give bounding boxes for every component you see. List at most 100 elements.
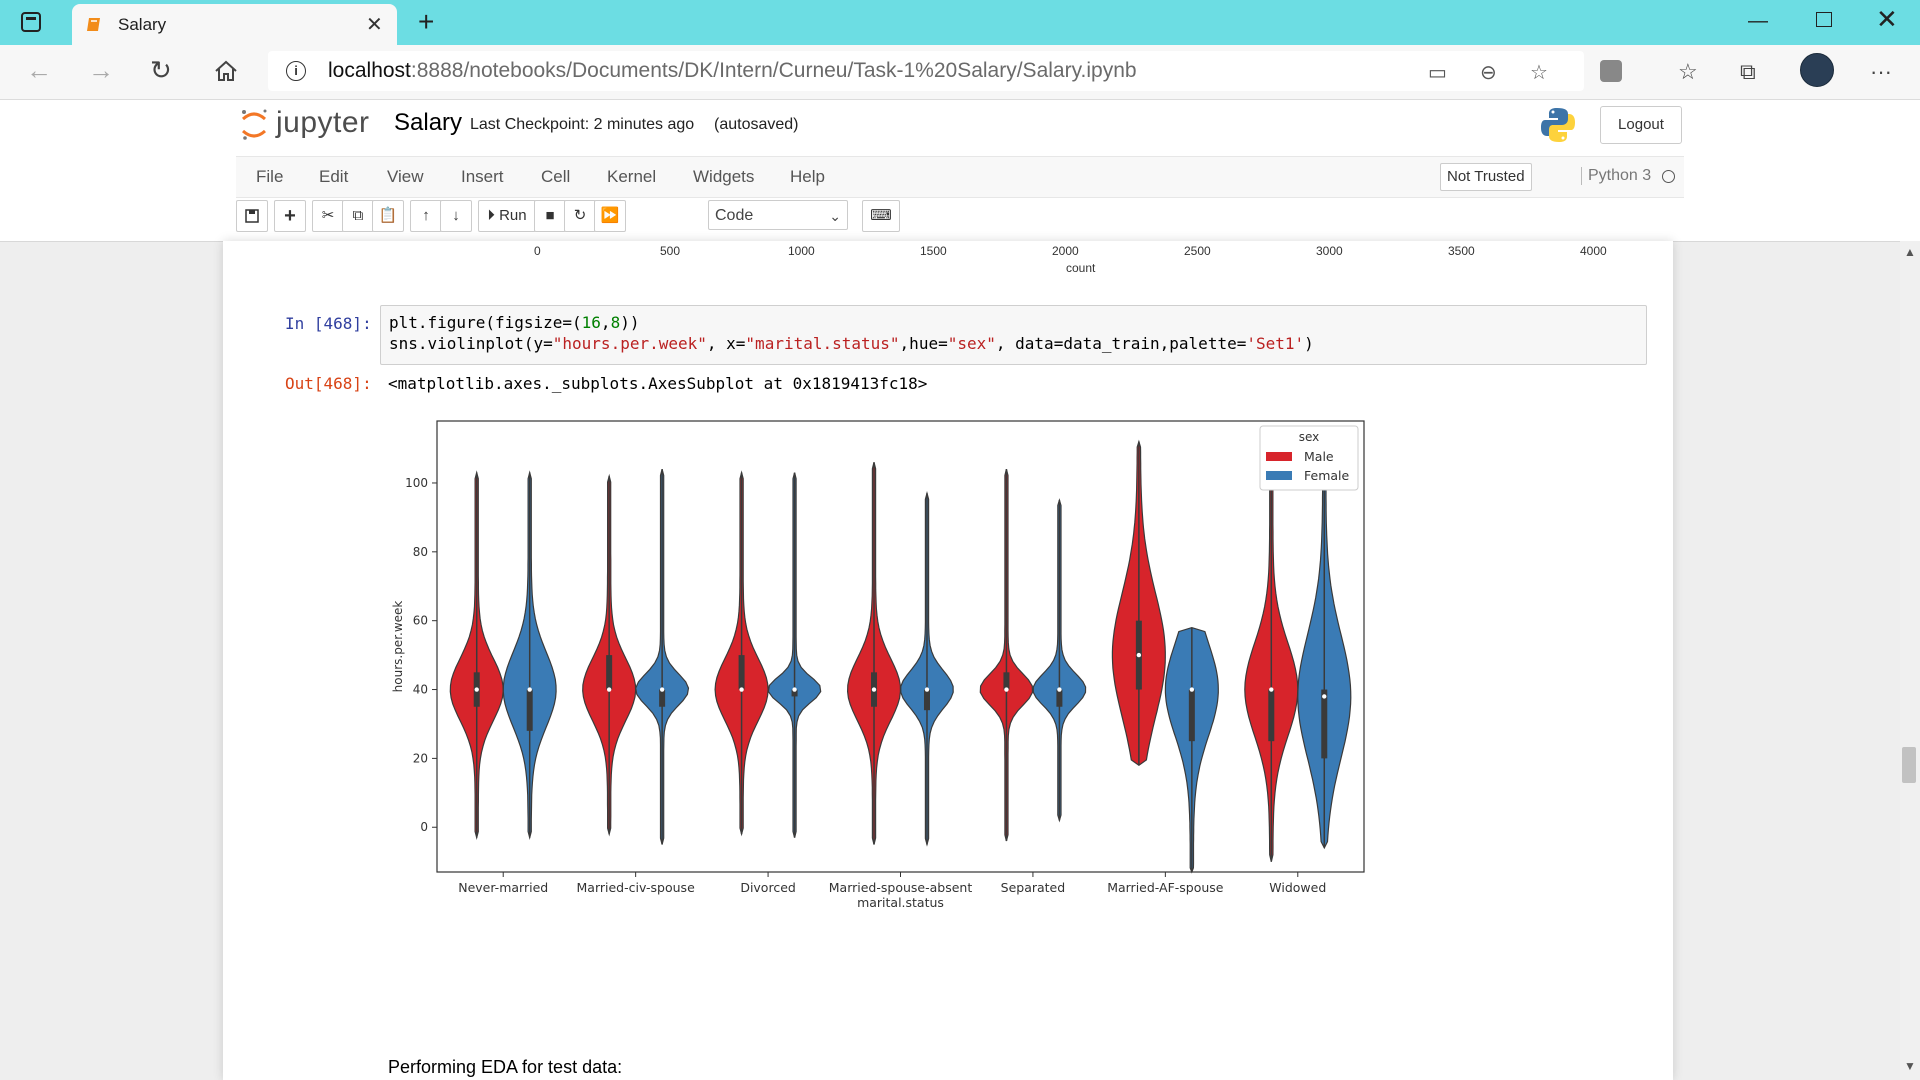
url-host: localhost	[328, 59, 411, 82]
notebook-name[interactable]: Salary	[394, 109, 462, 137]
reader-view-icon[interactable]: ▭	[1428, 60, 1447, 85]
violin-chart: 0 20 40 60 80 100 hours.per.week Never-married M…	[391, 420, 1365, 910]
violin-iqr-box	[659, 689, 666, 707]
restart-button[interactable]: ↻	[564, 200, 596, 232]
more-options-icon[interactable]: ···	[1870, 59, 1892, 85]
violin-iqr-box	[923, 689, 930, 711]
new-tab-icon[interactable]: +	[418, 6, 434, 38]
prev-tick-label: 2500	[1184, 244, 1211, 258]
interrupt-button[interactable]: ■	[534, 200, 566, 232]
jupyter-favicon-icon	[87, 18, 100, 31]
code-line: plt.figure(figsize=(16,8))	[389, 313, 640, 332]
y-tick-label: 60	[413, 614, 428, 628]
output-text: <matplotlib.axes._subplots.AxesSubplot a…	[388, 374, 928, 393]
add-favorite-icon[interactable]: ☆	[1530, 60, 1548, 85]
legend-swatch	[1266, 452, 1292, 461]
violin-median-dot	[739, 687, 744, 692]
violin-median-dot	[1004, 687, 1009, 692]
jupyter-logo-text[interactable]: jupyter	[276, 106, 370, 140]
run-label: Run	[499, 207, 527, 224]
save-icon	[245, 209, 259, 223]
menu-bar: File Edit View Insert Cell Kernel Widget…	[236, 156, 1684, 198]
scroll-up-icon[interactable]: ▲	[1904, 245, 1916, 259]
profile-avatar[interactable]	[1800, 53, 1834, 87]
zoom-out-icon[interactable]: ⊖	[1480, 60, 1497, 85]
site-info-icon[interactable]: i	[286, 61, 306, 81]
tab-actions-icon[interactable]	[20, 11, 42, 33]
menu-view[interactable]: View	[387, 167, 424, 187]
url-text: localhost:8888/notebooks/Documents/DK/In…	[328, 59, 1137, 83]
violin-median-dot	[924, 687, 930, 692]
window-close-icon[interactable]: ✕	[1876, 4, 1898, 35]
violin-median-dot	[1189, 687, 1195, 692]
notebook-container: 0 500 1000 1500 2000 2500 3000 3500 4000…	[223, 241, 1673, 1080]
menu-kernel[interactable]: Kernel	[607, 167, 656, 187]
menu-help[interactable]: Help	[790, 167, 825, 187]
back-icon[interactable]: ←	[26, 55, 52, 86]
kernel-idle-icon	[1662, 170, 1675, 183]
copy-button[interactable]: ⧉	[342, 200, 374, 232]
favorites-icon[interactable]: ☆	[1678, 59, 1698, 85]
violin-iqr-box	[1268, 689, 1275, 742]
kernel-name: Python 3	[1581, 167, 1651, 185]
x-tick-label: Married-spouse-absent	[829, 880, 973, 895]
plot-frame	[436, 420, 1365, 873]
save-button[interactable]	[236, 200, 268, 232]
output-prompt: Out[468]:	[285, 374, 372, 393]
cut-button[interactable]: ✂	[312, 200, 344, 232]
code-cell-editor[interactable]: plt.figure(figsize=(16,8)) sns.violinplo…	[380, 305, 1647, 365]
markdown-text: Performing EDA for test data:	[388, 1057, 623, 1077]
prev-tick-label: 500	[660, 244, 681, 258]
python-logo-icon	[1541, 108, 1575, 142]
violin-median-dot	[474, 687, 479, 692]
legend-label: Male	[1304, 449, 1334, 464]
browser-tab[interactable]: Salary ✕	[72, 4, 397, 45]
autosave-status: (autosaved)	[714, 116, 799, 133]
menu-widgets[interactable]: Widgets	[693, 167, 754, 187]
menu-cell[interactable]: Cell	[541, 167, 570, 187]
menu-edit[interactable]: Edit	[319, 167, 348, 187]
window-maximize-icon[interactable]	[1816, 12, 1832, 27]
restart-run-all-button[interactable]: ⏩	[594, 200, 626, 232]
violin-median-dot	[1269, 687, 1274, 692]
run-icon: ⏵	[487, 207, 495, 224]
y-tick-label: 20	[413, 751, 428, 765]
scrollbar-thumb[interactable]	[1902, 747, 1916, 783]
tab-title: Salary	[118, 15, 167, 34]
jupyter-logo-icon[interactable]	[240, 107, 268, 141]
scroll-down-icon[interactable]: ▼	[1904, 1059, 1916, 1073]
forward-icon[interactable]: →	[88, 55, 114, 86]
url-path: :8888/notebooks/Documents/DK/Intern/Curn…	[410, 59, 1137, 82]
prev-x-axis-label: count	[1066, 261, 1096, 275]
tab-close-icon[interactable]: ✕	[366, 12, 383, 37]
y-tick-label: 100	[405, 476, 428, 490]
menu-insert[interactable]: Insert	[461, 167, 504, 187]
not-trusted-button[interactable]: Not Trusted	[1440, 163, 1532, 191]
x-tick-label: Widowed	[1269, 880, 1326, 895]
command-palette-button[interactable]: ⌨	[862, 200, 900, 232]
y-tick-label: 0	[420, 820, 428, 834]
notebook-toolbar: + ✂ ⧉ 📋 ↑ ↓ ⏵ Run ■ ↻ ⏩ Code ⌄ ⌨	[236, 200, 1684, 238]
logout-button[interactable]: Logout	[1600, 106, 1682, 144]
extension-icon[interactable]	[1600, 60, 1622, 82]
refresh-icon[interactable]: ↻	[150, 55, 172, 86]
jupyter-header: jupyter Salary Last Checkpoint: 2 minute…	[0, 100, 1920, 242]
cell-type-select[interactable]: Code ⌄	[708, 200, 848, 230]
url-field[interactable]: i localhost:8888/notebooks/Documents/DK/…	[268, 51, 1584, 91]
home-icon[interactable]	[213, 58, 239, 84]
violin-median-dot	[606, 687, 612, 692]
prev-tick-label: 4000	[1580, 244, 1607, 258]
insert-cell-button[interactable]: +	[274, 200, 306, 232]
collections-icon[interactable]: ⧉	[1740, 59, 1756, 85]
run-button[interactable]: ⏵ Run	[478, 200, 536, 232]
violin-iqr-box	[526, 689, 533, 731]
violin-median-dot	[659, 687, 665, 692]
menu-file[interactable]: File	[256, 167, 283, 187]
paste-button[interactable]: 📋	[372, 200, 404, 232]
x-tick-label: Divorced	[740, 880, 796, 895]
window-minimize-icon[interactable]: —	[1748, 10, 1768, 33]
move-down-button[interactable]: ↓	[440, 200, 472, 232]
page-scrollbar[interactable]: ▲ ▼	[1900, 241, 1920, 1080]
prev-tick-label: 3500	[1448, 244, 1475, 258]
move-up-button[interactable]: ↑	[410, 200, 442, 232]
